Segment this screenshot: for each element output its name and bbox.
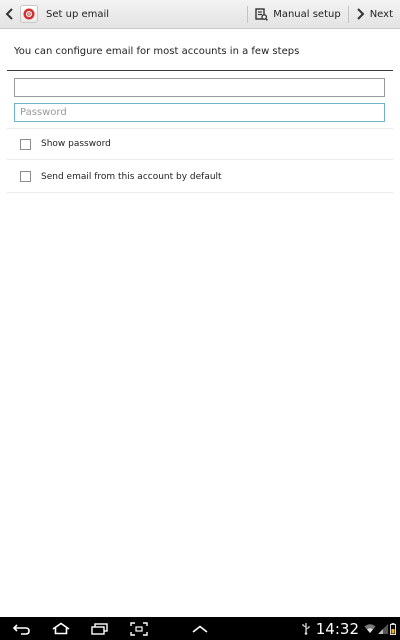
signal-icon <box>378 624 388 634</box>
next-label: Next <box>369 8 393 20</box>
screenshot-icon <box>130 621 148 636</box>
recent-apps-icon <box>91 622 108 635</box>
system-bar: 14:32 <box>0 617 400 640</box>
default-account-checkbox[interactable] <box>20 171 31 182</box>
system-menu-up-button[interactable] <box>188 617 212 640</box>
action-bar: Set up email Manual setup Next <box>0 0 400 29</box>
back-icon <box>12 623 30 635</box>
system-back-button[interactable] <box>10 617 34 640</box>
manual-setup-button[interactable]: Manual setup <box>248 0 348 29</box>
status-clock: 14:32 <box>315 619 359 638</box>
show-password-checkbox[interactable] <box>20 138 31 150</box>
status-area: 14:32 <box>301 617 396 640</box>
up-navigation-button[interactable]: Set up email <box>0 0 109 29</box>
default-account-label: Send email from this account by default <box>41 171 222 182</box>
wifi-icon <box>364 624 376 633</box>
usb-icon <box>302 623 310 635</box>
password-field[interactable] <box>14 103 385 122</box>
section-divider <box>7 70 393 71</box>
manual-setup-icon <box>255 7 269 21</box>
setup-instructions: You can configure email for most account… <box>14 46 300 57</box>
next-button[interactable]: Next <box>349 0 400 29</box>
system-home-button[interactable] <box>49 617 73 640</box>
show-password-label: Show password <box>41 139 111 149</box>
system-recent-apps-button[interactable] <box>88 617 112 640</box>
battery-icon <box>390 622 396 635</box>
menu-up-icon <box>192 624 208 633</box>
home-icon <box>52 622 70 635</box>
manual-setup-label: Manual setup <box>273 8 341 20</box>
chevron-left-icon <box>5 8 13 20</box>
email-app-icon <box>20 5 38 23</box>
screenshot-button[interactable] <box>127 617 151 640</box>
default-account-option[interactable]: Send email from this account by default <box>7 161 393 193</box>
show-password-option[interactable]: Show password <box>7 128 393 160</box>
chevron-right-icon <box>356 8 365 20</box>
email-address-field[interactable] <box>14 78 385 97</box>
screen-title: Set up email <box>46 8 110 20</box>
